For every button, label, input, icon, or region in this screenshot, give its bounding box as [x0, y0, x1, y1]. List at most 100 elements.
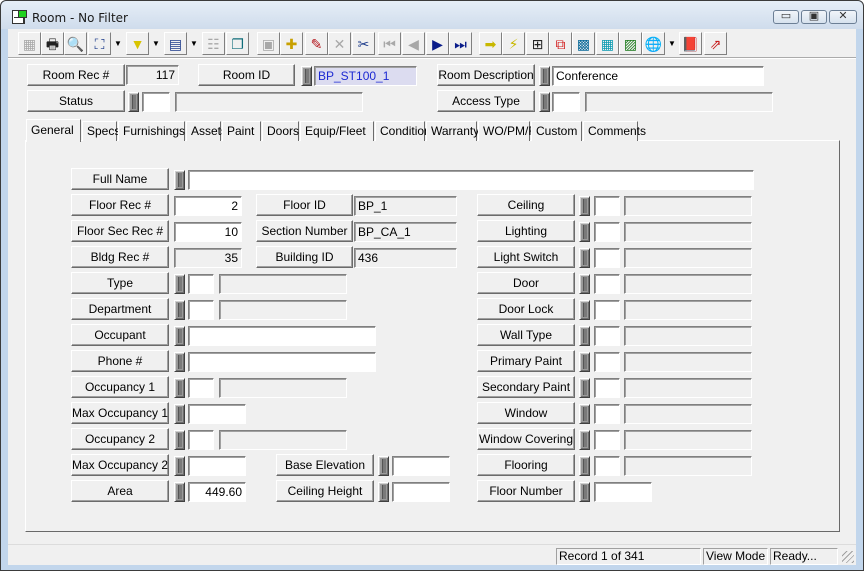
copy-record-button[interactable]: ❐ [226, 32, 249, 55]
help-book-button[interactable]: 📕 [679, 32, 702, 55]
occupancy-1-lookup-grip[interactable] [174, 378, 185, 398]
door-lock-lookup-grip[interactable] [579, 300, 590, 320]
room-description-field[interactable]: Conference [552, 66, 764, 86]
base-elevation-lookup-grip[interactable] [378, 456, 389, 476]
flow-button[interactable]: ⧉ [549, 32, 572, 55]
floor-rec-button[interactable]: Floor Rec # [71, 194, 169, 216]
window-code-field[interactable] [594, 404, 620, 424]
occupancy-2-lookup-grip[interactable] [174, 430, 185, 450]
tab-condition[interactable]: Condition [375, 121, 431, 141]
door-code-field[interactable] [594, 274, 620, 294]
door-button[interactable]: Door [477, 272, 575, 294]
print-preview-button[interactable]: 🔍 [64, 32, 87, 55]
type-lookup-grip[interactable] [174, 274, 185, 294]
occupant-lookup-grip[interactable] [174, 326, 185, 346]
room-description-button[interactable]: Room Description [437, 64, 535, 86]
max-occupancy-2-field[interactable] [188, 456, 246, 476]
base-elevation-field[interactable] [392, 456, 450, 476]
lighting-button[interactable]: Lighting [477, 220, 575, 242]
ceiling-lookup-grip[interactable] [579, 196, 590, 216]
floor-sec-rec-field[interactable]: 10 [174, 222, 242, 242]
occupant-button[interactable]: Occupant [71, 324, 169, 346]
occupant-field[interactable] [188, 326, 376, 346]
tab-general[interactable]: General [26, 119, 81, 142]
primary-paint-lookup-grip[interactable] [579, 352, 590, 372]
max-occupancy-1-lookup-grip[interactable] [174, 404, 185, 424]
hierarchy-button[interactable]: ⊞ [526, 32, 549, 55]
find-dropdown-button[interactable]: ▼ [112, 32, 124, 55]
section-number-button[interactable]: Section Number [256, 220, 353, 242]
flooring-button[interactable]: Flooring [477, 454, 575, 476]
tab-equip-fleet[interactable]: Equip/Fleet [300, 121, 374, 141]
type-code-field[interactable] [188, 274, 214, 294]
phone-field[interactable] [188, 352, 376, 372]
blank-form-button[interactable]: ▦ [18, 32, 41, 55]
minimize-button[interactable]: ▭ [773, 10, 799, 24]
access-type-code-field[interactable] [552, 92, 580, 112]
map-image-button[interactable]: ▨ [619, 32, 642, 55]
full-name-field[interactable] [188, 170, 754, 190]
bldg-rec-button[interactable]: Bldg Rec # [71, 246, 169, 268]
type-button[interactable]: Type [71, 272, 169, 294]
ceiling-button[interactable]: Ceiling [477, 194, 575, 216]
area-button[interactable]: Area [71, 480, 169, 502]
cut-button[interactable]: ✂ [352, 32, 375, 55]
filter-dropdown-button[interactable]: ▼ [150, 32, 162, 55]
next-record-button[interactable]: ▶ [426, 32, 449, 55]
window-button[interactable]: Window [477, 402, 575, 424]
maximize-button[interactable]: ▣ [801, 10, 827, 24]
floor-number-button[interactable]: Floor Number [477, 480, 575, 502]
find-button[interactable]: ⛶ [88, 32, 111, 55]
save-button[interactable]: ▣ [257, 32, 280, 55]
window-covering-button[interactable]: Window Covering [477, 428, 575, 450]
wall-type-lookup-grip[interactable] [579, 326, 590, 346]
occupancy-2-code-field[interactable] [188, 430, 214, 450]
department-lookup-grip[interactable] [174, 300, 185, 320]
tab-wo-pm-req[interactable]: WO/PM/Req [478, 121, 550, 141]
primary-paint-button[interactable]: Primary Paint [477, 350, 575, 372]
properties-button[interactable]: ☷ [202, 32, 225, 55]
globe-search-dropdown-button[interactable]: ▼ [666, 32, 678, 55]
go-to-button[interactable]: ➡ [479, 32, 502, 55]
ceiling-height-button[interactable]: Ceiling Height [276, 480, 374, 502]
edit-button[interactable]: ✎ [305, 32, 328, 55]
lighting-code-field[interactable] [594, 222, 620, 242]
lighting-lookup-grip[interactable] [579, 222, 590, 242]
door-lock-code-field[interactable] [594, 300, 620, 320]
access-type-lookup-grip[interactable] [539, 92, 550, 112]
quick-action-button[interactable]: ⚡ [502, 32, 525, 55]
secondary-paint-button[interactable]: Secondary Paint [477, 376, 575, 398]
tab-paint[interactable]: Paint [222, 121, 261, 141]
status-lookup-grip[interactable] [128, 92, 139, 112]
ceiling-height-lookup-grip[interactable] [378, 482, 389, 502]
report-dropdown-button[interactable]: ▼ [188, 32, 200, 55]
light-switch-lookup-grip[interactable] [579, 248, 590, 268]
light-switch-code-field[interactable] [594, 248, 620, 268]
window-covering-lookup-grip[interactable] [579, 430, 590, 450]
department-button[interactable]: Department [71, 298, 169, 320]
secondary-paint-code-field[interactable] [594, 378, 620, 398]
calculator-button[interactable]: ▦ [596, 32, 619, 55]
full-name-lookup-grip[interactable] [174, 170, 185, 190]
window-lookup-grip[interactable] [579, 404, 590, 424]
tab-warranty[interactable]: Warranty [426, 121, 479, 141]
primary-paint-code-field[interactable] [594, 352, 620, 372]
floor-id-button[interactable]: Floor ID [256, 194, 353, 216]
tab-doors[interactable]: Doors [262, 121, 299, 141]
status-code-field[interactable] [142, 92, 170, 112]
door-lock-button[interactable]: Door Lock [477, 298, 575, 320]
ceiling-height-field[interactable] [392, 482, 450, 502]
room-id-field[interactable]: BP_ST100_1 [314, 66, 417, 86]
first-record-button[interactable]: ⏮ [378, 32, 401, 55]
close-button[interactable]: ✕ [829, 10, 857, 24]
phone-button[interactable]: Phone # [71, 350, 169, 372]
phone-lookup-grip[interactable] [174, 352, 185, 372]
wall-type-button[interactable]: Wall Type [477, 324, 575, 346]
max-occupancy-2-button[interactable]: Max Occupancy 2 [71, 454, 169, 476]
tab-specs[interactable]: Specs [82, 121, 120, 141]
previous-record-button[interactable]: ◀ [402, 32, 425, 55]
status-button[interactable]: Status [27, 90, 125, 112]
equipment-button[interactable]: ▩ [572, 32, 595, 55]
floor-rec-field[interactable]: 2 [174, 196, 242, 216]
base-elevation-button[interactable]: Base Elevation [276, 454, 374, 476]
